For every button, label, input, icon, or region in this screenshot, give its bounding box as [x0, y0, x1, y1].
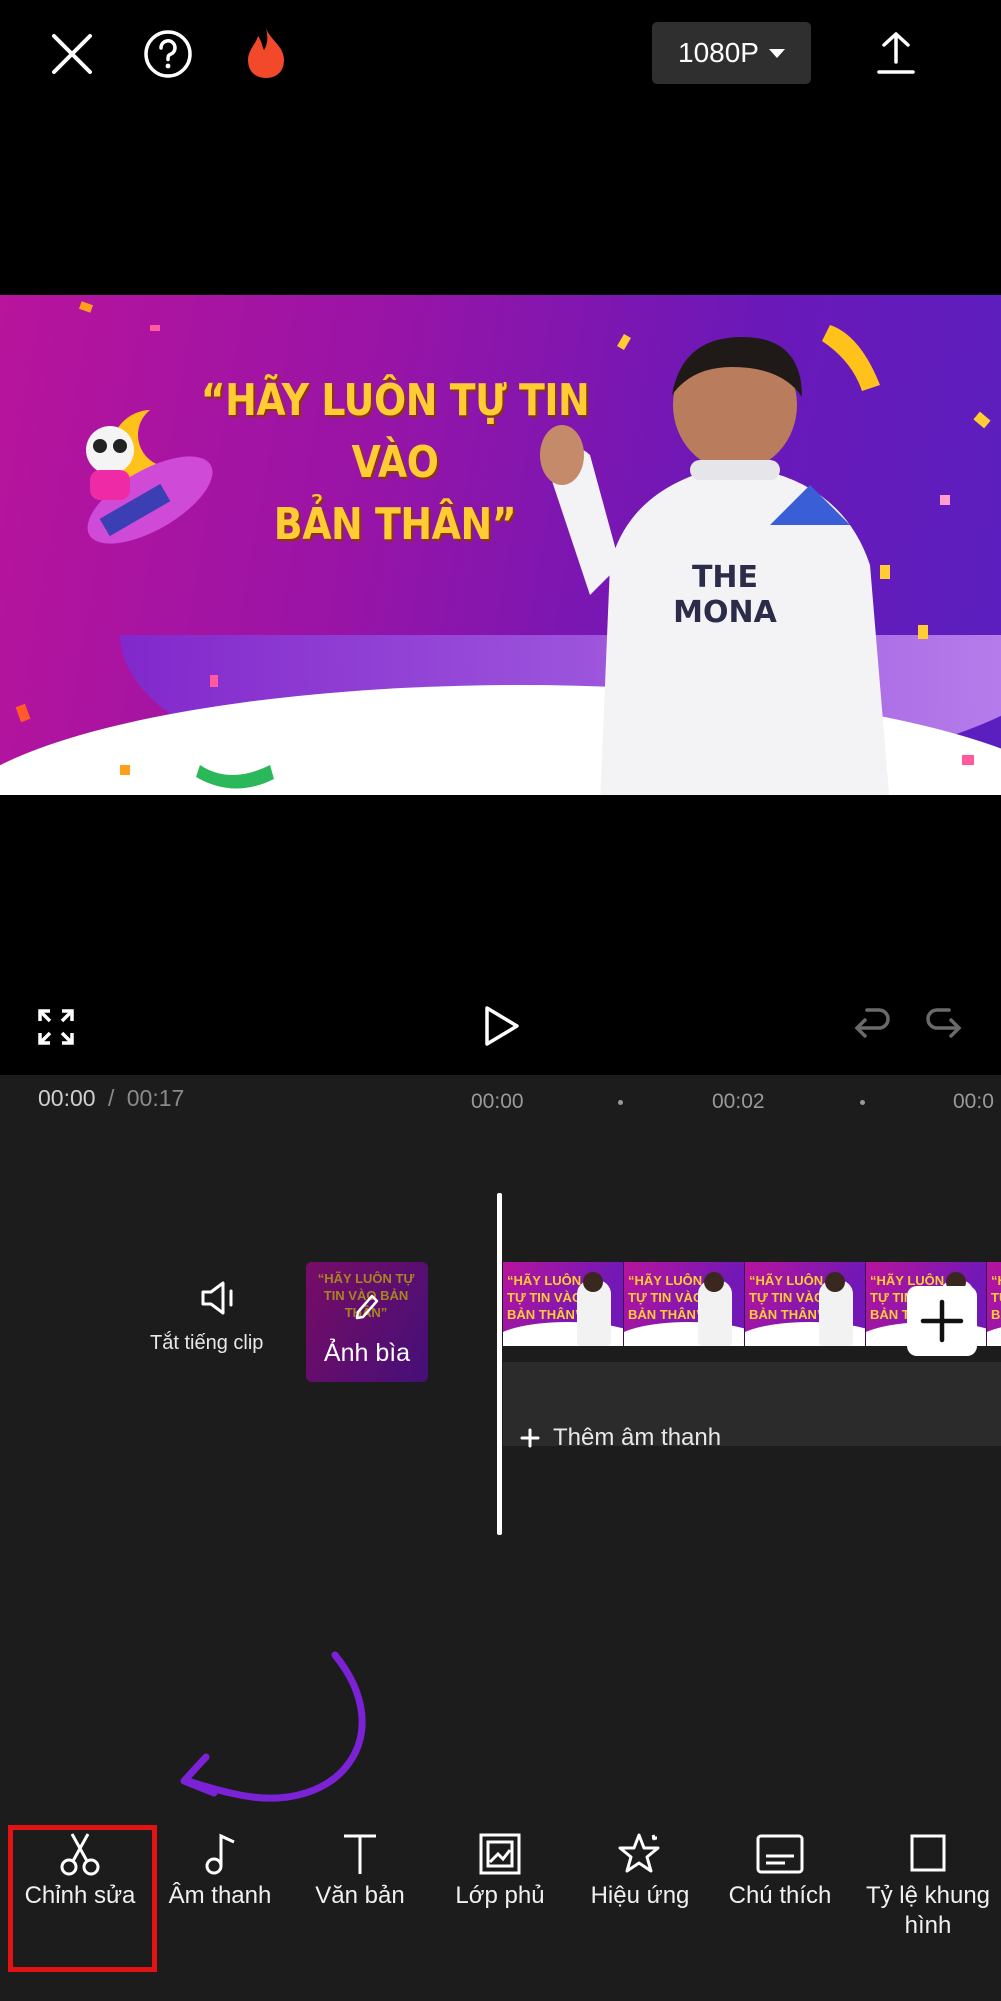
resolution-label: 1080P	[678, 37, 759, 68]
time-readout: 00:00 / 00:17	[38, 1085, 184, 1112]
current-time: 00:00	[38, 1085, 96, 1111]
undo-icon[interactable]	[853, 1008, 891, 1049]
overlay-icon	[479, 1833, 521, 1875]
ruler-tick-1: 00:02	[712, 1090, 765, 1113]
music-note-icon	[205, 1833, 235, 1875]
play-icon[interactable]	[483, 1004, 521, 1053]
plus-icon	[920, 1299, 964, 1343]
plus-icon	[520, 1428, 540, 1448]
ruler-tick-0: 00:00	[471, 1090, 524, 1113]
add-clip-button[interactable]	[907, 1286, 977, 1356]
effects-star-icon	[618, 1833, 660, 1873]
add-audio-label: Thêm âm thanh	[553, 1424, 722, 1451]
shirt-logo-text: THE MONA	[673, 560, 777, 630]
total-duration: 00:17	[126, 1085, 185, 1111]
cover-label: Ảnh bìa	[323, 1339, 411, 1367]
playhead[interactable]	[497, 1193, 502, 1535]
toolbar-caption-label: Chú thích	[728, 1882, 832, 1909]
text-icon	[344, 1834, 376, 1874]
fullscreen-icon[interactable]	[37, 1008, 75, 1051]
annotation-arrow	[180, 1651, 366, 1802]
video-preview[interactable]: “HÃY LUÔN TỰ TIN VÀO BẢN THÂN” THE MONA	[0, 295, 1001, 795]
ruler-dot	[860, 1100, 865, 1105]
toolbar-effects-label: Hiệu ứng	[590, 1882, 690, 1909]
toolbar-audio[interactable]: Âm thanh	[155, 1832, 285, 1911]
toolbar-text-label: Văn bản	[315, 1882, 405, 1909]
highlight-box	[8, 1825, 157, 1972]
speaker-icon	[201, 1281, 233, 1315]
toolbar-audio-label: Âm thanh	[168, 1882, 272, 1909]
ruler-tick-2: 00:0	[953, 1090, 994, 1113]
fire-icon[interactable]	[244, 26, 288, 80]
toolbar-text[interactable]: Văn bản	[295, 1832, 425, 1911]
caption-icon	[756, 1834, 804, 1874]
ruler-dot	[618, 1100, 623, 1105]
mute-clip-label: Tắt tiếng clip	[150, 1332, 264, 1354]
clip-frame: “HÃY LUÔN TỰ TIN VÀO BẢN THÂN”	[987, 1262, 1001, 1346]
toolbar-overlay[interactable]: Lớp phủ	[435, 1832, 565, 1911]
cover-thumbnail[interactable]: “HÃY LUÔN TỰ TIN VÀO BẢN THÂN” Ảnh bìa	[306, 1262, 428, 1382]
help-icon[interactable]	[143, 29, 193, 79]
toolbar-aspect-ratio-label: Tỷ lệ khung hình	[865, 1882, 991, 1939]
edit-pencil-icon	[355, 1294, 379, 1320]
toolbar-effects[interactable]: Hiệu ứng	[575, 1832, 705, 1911]
time-separator: /	[107, 1085, 115, 1111]
toolbar-aspect-ratio[interactable]: Tỷ lệ khung hình	[862, 1832, 994, 1941]
clip-frame: “HÃY LUÔN TỰ TIN VÀO BẢN THÂN”	[624, 1262, 745, 1346]
upload-icon[interactable]	[876, 30, 916, 76]
clip-frame: “HÃY LUÔN TỰ TIN VÀO BẢN THÂN”	[503, 1262, 624, 1346]
toolbar-overlay-label: Lớp phủ	[455, 1882, 545, 1909]
close-icon[interactable]	[48, 30, 96, 78]
aspect-ratio-icon	[910, 1834, 946, 1872]
chevron-down-icon	[768, 48, 785, 58]
clip-frame: “HÃY LUÔN TỰ TIN VÀO BẢN THÂN”	[745, 1262, 866, 1346]
redo-icon[interactable]	[925, 1008, 963, 1049]
resolution-dropdown[interactable]: 1080P	[652, 22, 811, 84]
toolbar-caption[interactable]: Chú thích	[715, 1832, 845, 1911]
